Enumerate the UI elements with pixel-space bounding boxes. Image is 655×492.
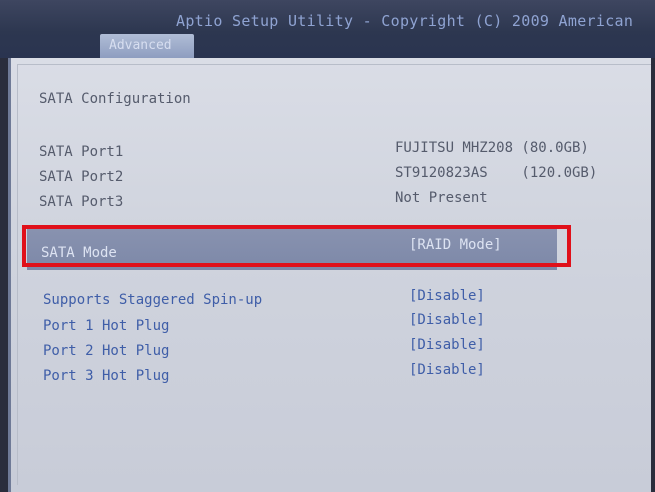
port3-label: SATA Port3	[39, 194, 124, 210]
port1-label: SATA Port1	[39, 144, 124, 160]
port1-hotplug-value[interactable]: [Disable]	[409, 312, 485, 328]
right-bezel	[651, 58, 655, 492]
port2-label: SATA Port2	[39, 169, 124, 185]
port2-hotplug-value[interactable]: [Disable]	[409, 337, 485, 353]
section-title: SATA Configuration	[39, 91, 191, 107]
staggered-spinup-label[interactable]: Supports Staggered Spin-up	[43, 292, 262, 308]
bios-header-bar: Aptio Setup Utility - Copyright (C) 2009…	[0, 0, 655, 58]
red-annotation-box	[22, 225, 571, 267]
tab-advanced-label: Advanced	[109, 38, 172, 53]
port3-value: Not Present	[395, 190, 488, 206]
bios-title: Aptio Setup Utility - Copyright (C) 2009…	[176, 12, 634, 30]
tab-advanced[interactable]: Advanced	[100, 34, 194, 58]
port1-hotplug-label[interactable]: Port 1 Hot Plug	[43, 318, 169, 334]
staggered-spinup-value[interactable]: [Disable]	[409, 288, 485, 304]
port3-hotplug-value[interactable]: [Disable]	[409, 362, 485, 378]
port2-value: ST9120823AS (120.0GB)	[395, 165, 598, 181]
settings-panel: SATA Configuration SATA Port1 FUJITSU MH…	[8, 58, 655, 492]
port1-value: FUJITSU MHZ208 (80.0GB)	[395, 140, 589, 156]
port3-hotplug-label[interactable]: Port 3 Hot Plug	[43, 368, 169, 384]
port2-hotplug-label[interactable]: Port 2 Hot Plug	[43, 343, 169, 359]
bios-setup-screen: Aptio Setup Utility - Copyright (C) 2009…	[0, 0, 655, 492]
panel-frame	[17, 64, 655, 485]
